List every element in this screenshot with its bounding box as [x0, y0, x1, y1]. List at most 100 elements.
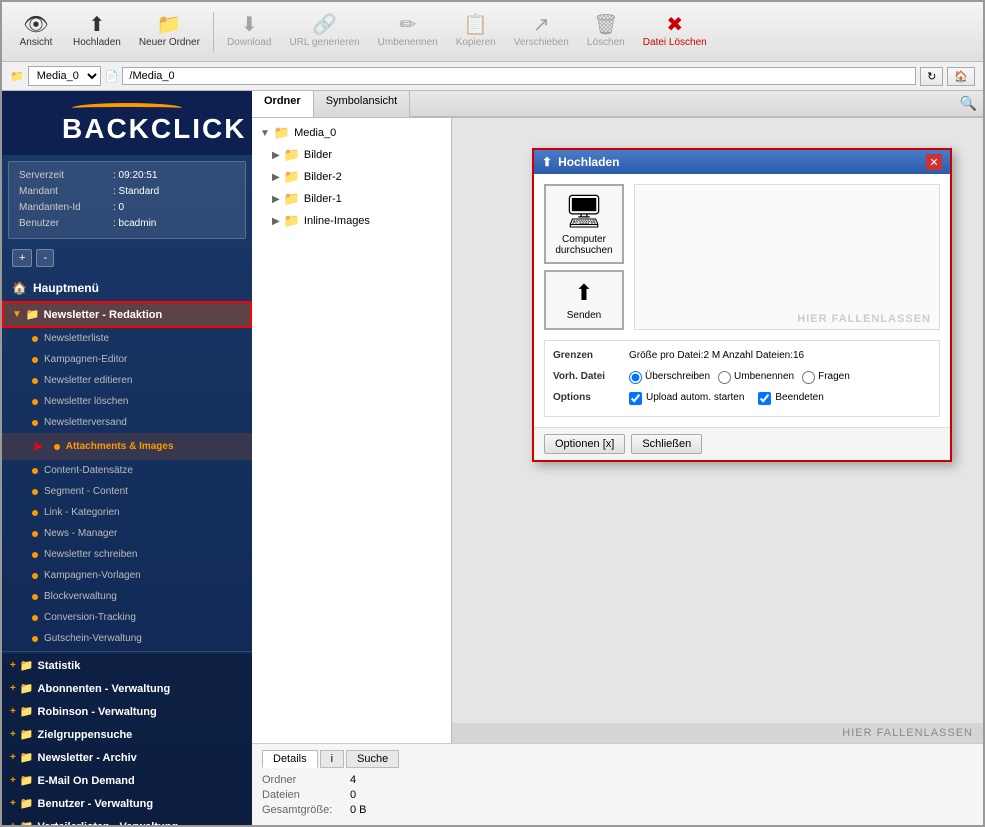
tab-symbolansicht[interactable]: Symbolansicht — [314, 91, 411, 117]
sidebar-item-verteilerlisten[interactable]: +📁Verteilerlisten - Verwaltung — [2, 815, 252, 825]
sidebar-item-segment-content[interactable]: Segment - Content — [2, 481, 252, 502]
umbenennen-icon: ✏ — [399, 15, 416, 35]
sidebar-item-link-kategorien[interactable]: Link - Kategorien — [2, 502, 252, 523]
details-row-dateien: Dateien 0 — [262, 789, 973, 801]
folder-bilder1[interactable]: ▶ 📁 Bilder-1 — [252, 188, 451, 210]
folder-icon-s: 📁 — [20, 659, 34, 672]
sidebar-action-plus[interactable]: + — [12, 249, 32, 267]
toolbar-download: ⬇ Download — [220, 11, 278, 52]
toolbar-verschieben: ↗ Verschieben — [507, 11, 576, 52]
sidebar-item-newsletter-schreiben[interactable]: Newsletter schreiben — [2, 544, 252, 565]
radio-fragen[interactable]: Fragen — [802, 368, 850, 386]
loeschen-icon: 🗑 — [593, 15, 618, 35]
details-row-gesamtgroesse: Gesamtgröße: 0 B — [262, 804, 973, 816]
logo: BACKCLICK — [62, 103, 192, 143]
toolbar-ansicht[interactable]: 👁 Ansicht — [10, 11, 62, 52]
toolbar-hochladen[interactable]: ⬆ Hochladen — [66, 11, 128, 52]
bullet-icon — [32, 636, 38, 642]
bullet-icon — [32, 615, 38, 621]
upload-drop-area[interactable]: HIER FALLENLASSEN — [634, 184, 940, 330]
details-header: Details i Suche — [262, 750, 973, 768]
details-tab-info[interactable]: i — [320, 750, 344, 768]
sidebar-item-email-on-demand[interactable]: +📁E-Mail On Demand — [2, 769, 252, 792]
sidebar-item-kampagnen-vorlagen[interactable]: Kampagnen-Vorlagen — [2, 565, 252, 586]
sidebar-item-robinson[interactable]: +📁Robinson - Verwaltung — [2, 700, 252, 723]
folder-bilder2[interactable]: ▶ 📁 Bilder-2 — [252, 166, 451, 188]
toolbar-loeschen: 🗑 Löschen — [580, 11, 632, 52]
sidebar-nav: 🏠 Hauptmenü ▼ 📁 Newsletter - Redaktion N… — [2, 271, 252, 825]
bullet-icon — [32, 489, 38, 495]
sidebar-item-gutschein-verwaltung[interactable]: Gutschein-Verwaltung — [2, 628, 252, 649]
folder-select[interactable]: Media_0 — [28, 66, 101, 86]
details-tab-suche[interactable]: Suche — [346, 750, 399, 768]
send-icon: ⬆ — [575, 280, 593, 306]
expand-media0: ▼ — [260, 128, 270, 139]
path-input[interactable] — [122, 67, 916, 85]
home-btn[interactable]: 🏠 — [947, 67, 975, 86]
sidebar-actions: + - — [2, 245, 252, 271]
folder-bilder[interactable]: ▶ 📁 Bilder — [252, 144, 451, 166]
folder-icon-a: 📁 — [20, 682, 34, 695]
sidebar-item-newsletterliste[interactable]: Newsletterliste — [2, 328, 252, 349]
file-pane: ▼ 📁 Media_0 ▶ 📁 Bilder ▶ 📁 Bilder-2 — [252, 118, 983, 743]
folder-media0[interactable]: ▼ 📁 Media_0 — [252, 122, 451, 144]
sidebar-item-news-manager[interactable]: News - Manager — [2, 523, 252, 544]
radio-ueberschreiben[interactable]: Überschreiben — [629, 368, 710, 386]
info-row-grenzen: Grenzen Größe pro Datei:2 M Anzahl Datei… — [553, 347, 931, 365]
house-icon: 🏠 — [12, 281, 27, 295]
divider-1 — [2, 651, 252, 652]
info-row-vorh: Vorh. Datei Überschreiben Umbenennen Fra… — [553, 368, 931, 386]
send-btn[interactable]: ⬆ Senden — [544, 270, 624, 330]
sidebar-item-newsletter-archiv[interactable]: +📁Newsletter - Archiv — [2, 746, 252, 769]
folder-icon-z: 📁 — [20, 728, 34, 741]
dialog-close-btn[interactable]: ✕ — [926, 154, 942, 170]
expand-icon-v: + — [10, 821, 16, 825]
nav-hauptmenu[interactable]: 🏠 Hauptmenü — [2, 275, 252, 301]
sidebar-item-attachments-images[interactable]: ➤ Attachments & Images — [2, 433, 252, 460]
tab-ordner[interactable]: Ordner — [252, 91, 314, 117]
toolbar-neuer-ordner[interactable]: 📁 Neuer Ordner — [132, 11, 207, 52]
zoom-icon[interactable]: 🔍 — [954, 91, 983, 116]
optionen-btn[interactable]: Optionen [x] — [544, 434, 625, 454]
bullet-icon — [32, 378, 38, 384]
neuer-ordner-icon: 📁 — [157, 15, 182, 35]
dialog-info: Grenzen Größe pro Datei:2 M Anzahl Datei… — [544, 340, 940, 417]
sidebar: BACKCLICK Serverzeit : 09:20:51 Mandant … — [2, 91, 252, 825]
expand-icon-s: + — [10, 660, 16, 671]
sidebar-action-minus[interactable]: - — [36, 249, 54, 267]
sidebar-item-content-datensaetze[interactable]: Content-Datensätze — [2, 460, 252, 481]
computer-browse-btn[interactable]: 🖥 Computer durchsuchen — [544, 184, 624, 264]
bullet-icon — [32, 552, 38, 558]
sidebar-item-abonnenten[interactable]: +📁Abonnenten - Verwaltung — [2, 677, 252, 700]
sidebar-item-newsletter-redaktion[interactable]: ▼ 📁 Newsletter - Redaktion — [2, 301, 252, 328]
sidebar-item-benutzer[interactable]: +📁Benutzer - Verwaltung — [2, 792, 252, 815]
schliessen-btn[interactable]: Schließen — [631, 434, 702, 454]
datei-loeschen-icon: ✖ — [666, 15, 683, 35]
sidebar-item-newsletterversand[interactable]: Newsletterversand — [2, 412, 252, 433]
upload-area: 🖥 Computer durchsuchen ⬆ Senden — [544, 184, 940, 330]
toolbar-datei-loeschen[interactable]: ✖ Datei Löschen — [636, 11, 714, 52]
app-window: 👁 Ansicht ⬆ Hochladen 📁 Neuer Ordner ⬇ D… — [0, 0, 985, 827]
bullet-icon — [32, 399, 38, 405]
folder-icon-inline: 📁 — [284, 213, 300, 229]
sidebar-item-kampagnen-editor[interactable]: Kampagnen-Editor — [2, 349, 252, 370]
hochladen-icon: ⬆ — [89, 15, 106, 35]
toolbar-umbenennen: ✏ Umbenennen — [371, 11, 445, 52]
sidebar-item-zielgruppensuche[interactable]: +📁Zielgruppensuche — [2, 723, 252, 746]
checkbox-beendeten[interactable]: Beendeten — [758, 389, 823, 407]
radio-umbenennen[interactable]: Umbenennen — [718, 368, 794, 386]
dialog-overlay: ⬆ Hochladen ✕ 🖥 Com — [452, 118, 983, 743]
sidebar-item-statistik[interactable]: +📁Statistik — [2, 654, 252, 677]
folder-inline-images[interactable]: ▶ 📁 Inline-Images — [252, 210, 451, 232]
toolbar: 👁 Ansicht ⬆ Hochladen 📁 Neuer Ordner ⬇ D… — [2, 2, 983, 62]
sidebar-item-newsletter-editieren[interactable]: Newsletter editieren — [2, 370, 252, 391]
checkbox-upload-autom[interactable]: Upload autom. starten — [629, 389, 744, 407]
folder-panel: ▼ 📁 Media_0 ▶ 📁 Bilder ▶ 📁 Bilder-2 — [252, 118, 452, 743]
folder-icon-bilder: 📁 — [284, 147, 300, 163]
details-tab-details[interactable]: Details — [262, 750, 318, 768]
refresh-btn[interactable]: ↻ — [920, 67, 943, 86]
sidebar-item-blockverwaltung[interactable]: Blockverwaltung — [2, 586, 252, 607]
folder-icon: 📁 — [10, 70, 24, 83]
sidebar-item-conversion-tracking[interactable]: Conversion-Tracking — [2, 607, 252, 628]
sidebar-item-newsletter-loeschen[interactable]: Newsletter löschen — [2, 391, 252, 412]
